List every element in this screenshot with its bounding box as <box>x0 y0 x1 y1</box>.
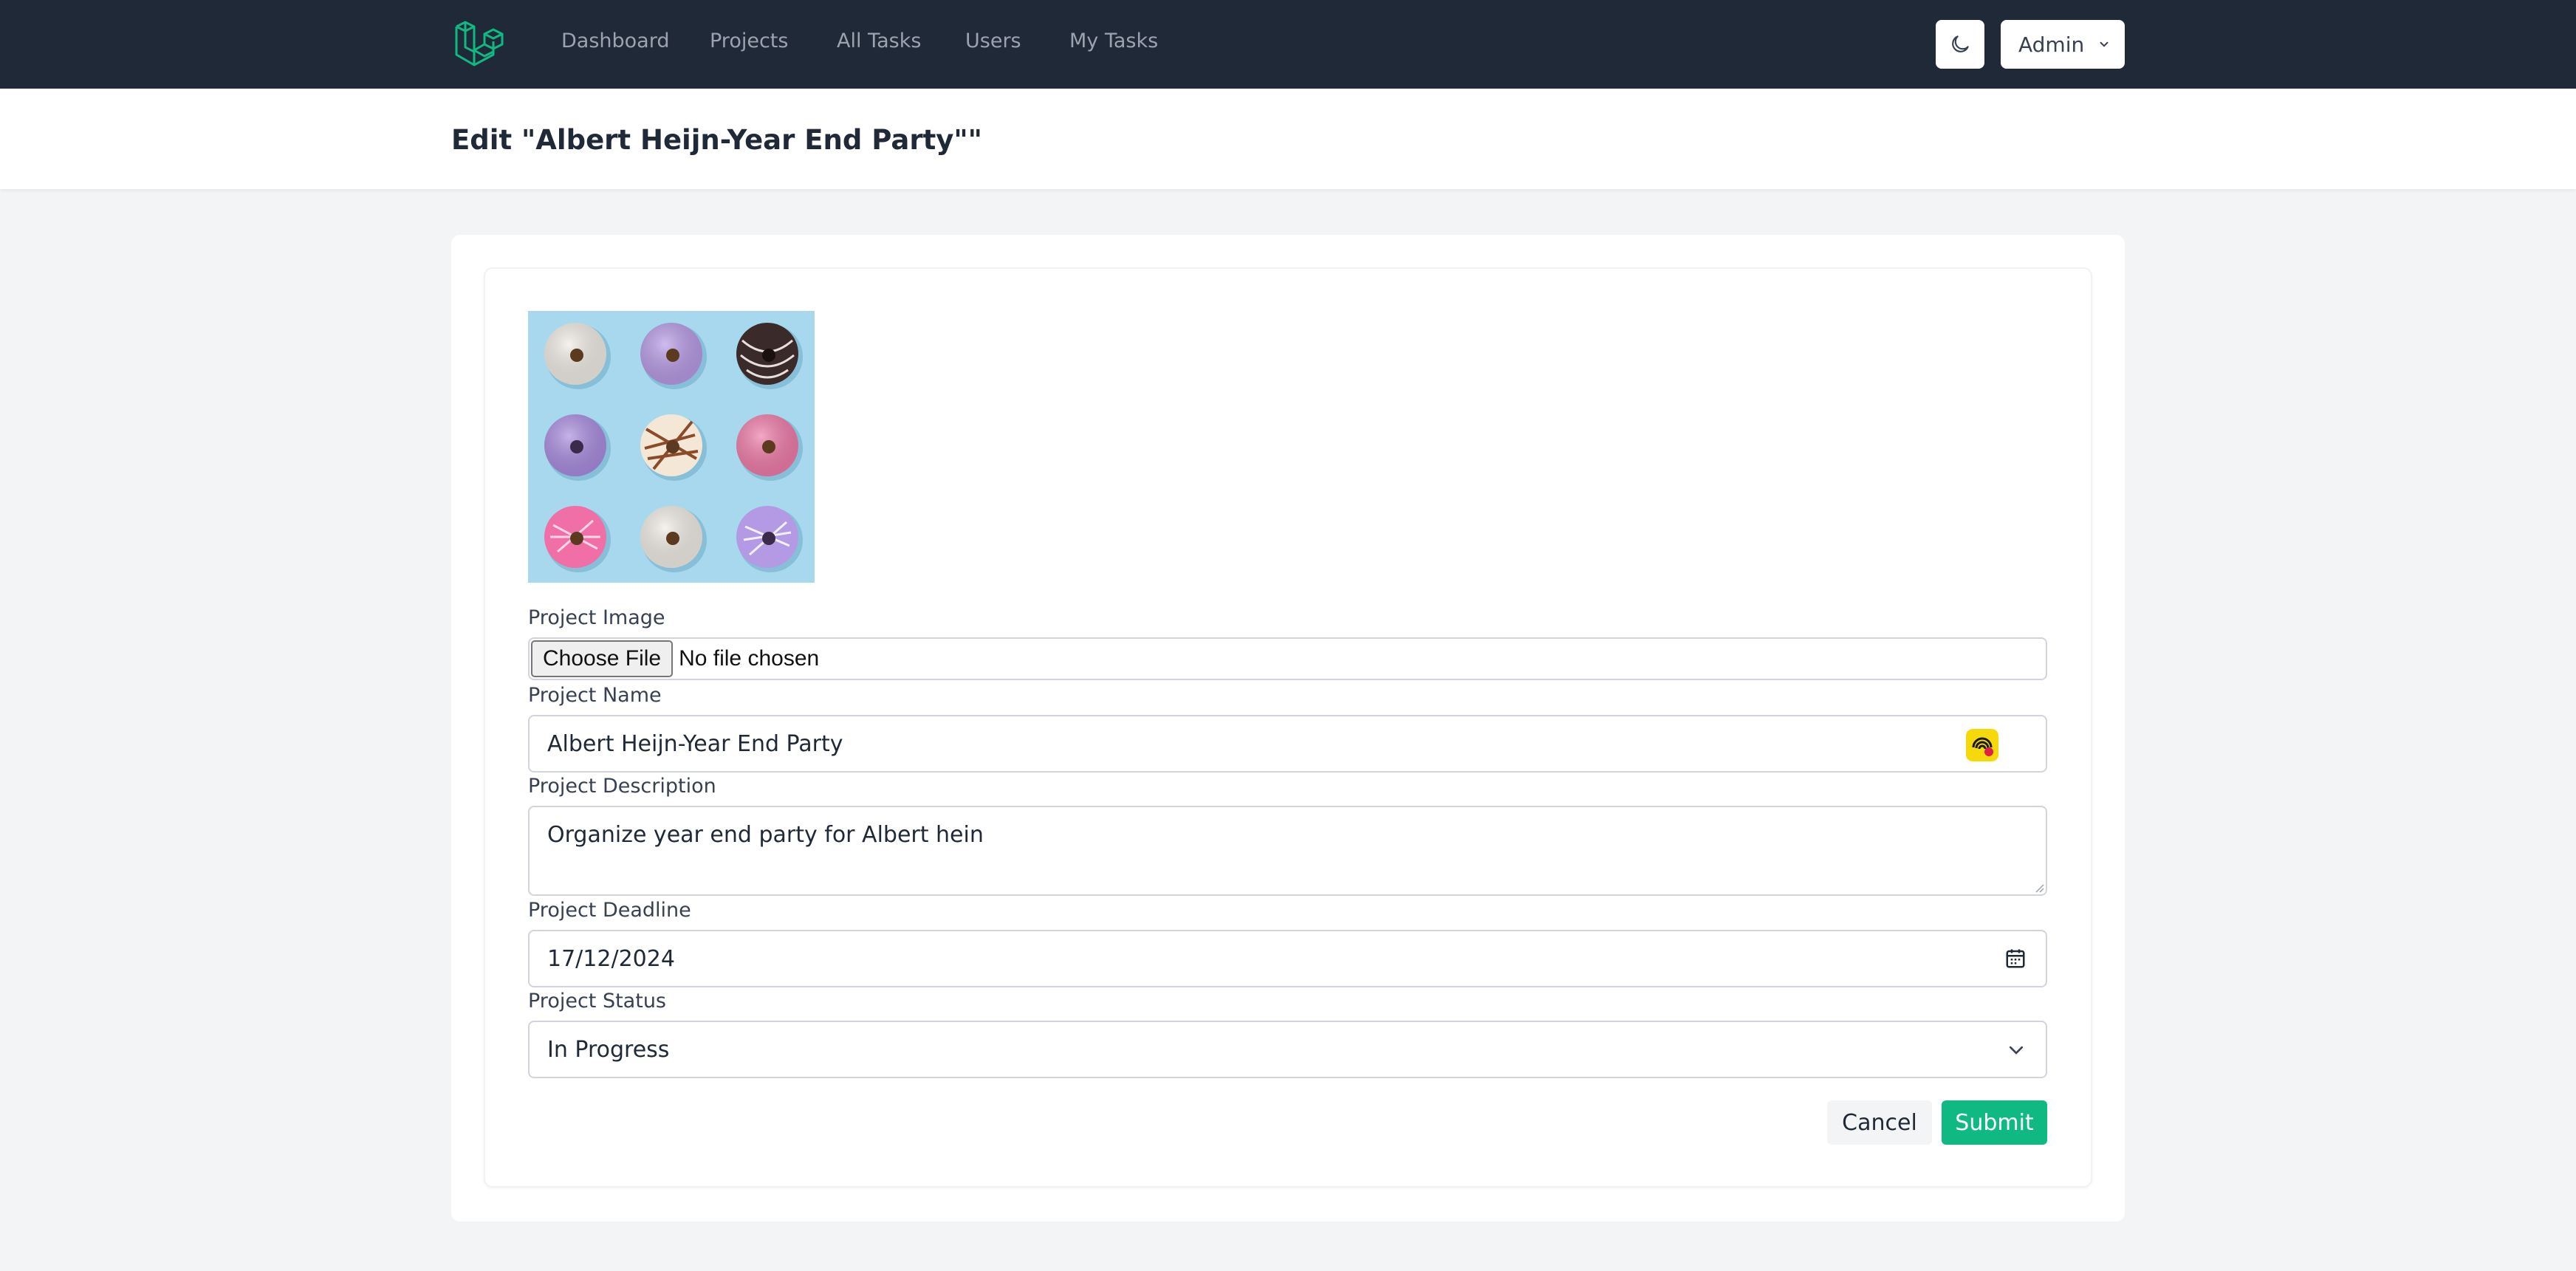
choose-file-button[interactable]: Choose File <box>531 640 674 677</box>
project-description-value: Organize year end party for Albert hein <box>547 822 984 848</box>
project-image-label: Project Image <box>528 606 665 629</box>
project-status-value: In Progress <box>547 1036 670 1063</box>
project-name-input[interactable]: Albert Heijn-Year End Party <box>528 715 2047 772</box>
cancel-button[interactable]: Cancel <box>1827 1100 1932 1145</box>
theme-toggle-button[interactable] <box>1936 20 1984 69</box>
nav-link-dashboard[interactable]: Dashboard <box>561 30 669 52</box>
page-title: Edit "Albert Heijn-Year End Party"" <box>451 124 982 156</box>
chevron-down-icon <box>2100 41 2109 47</box>
project-deadline-input[interactable]: 17/12/2024 <box>528 930 2047 987</box>
project-deadline-value: 17/12/2024 <box>547 945 675 972</box>
project-description-label: Project Description <box>528 775 716 798</box>
nav-link-all-tasks[interactable]: All Tasks <box>837 30 921 52</box>
project-description-textarea[interactable]: Organize year end party for Albert hein <box>528 806 2047 896</box>
project-name-value: Albert Heijn-Year End Party <box>547 730 843 757</box>
page-header: Edit "Albert Heijn-Year End Party"" <box>0 89 2576 189</box>
top-navbar: Dashboard Projects All Tasks Users My Ta… <box>0 0 2576 89</box>
project-name-label: Project Name <box>528 684 662 707</box>
project-status-select[interactable]: In Progress <box>528 1021 2047 1078</box>
user-menu-label: Admin <box>2018 32 2085 57</box>
laravel-logo-icon[interactable] <box>452 18 504 69</box>
project-image-file-input[interactable]: Choose File No file chosen <box>528 637 2047 680</box>
submit-button[interactable]: Submit <box>1942 1100 2047 1145</box>
resize-handle-icon[interactable] <box>2034 883 2044 893</box>
file-status-text: No file chosen <box>679 646 820 671</box>
project-image-preview <box>528 311 815 583</box>
user-menu-button[interactable]: Admin <box>2001 20 2125 69</box>
password-manager-icon[interactable] <box>1965 728 1999 762</box>
nav-link-projects[interactable]: Projects <box>710 30 788 52</box>
calendar-icon[interactable] <box>2004 948 2027 970</box>
moon-icon <box>1952 35 1969 52</box>
nav-link-my-tasks[interactable]: My Tasks <box>1069 30 1158 52</box>
project-status-label: Project Status <box>528 990 666 1013</box>
nav-link-users[interactable]: Users <box>965 30 1021 52</box>
project-deadline-label: Project Deadline <box>528 899 691 922</box>
chevron-down-icon <box>2009 1046 2024 1055</box>
